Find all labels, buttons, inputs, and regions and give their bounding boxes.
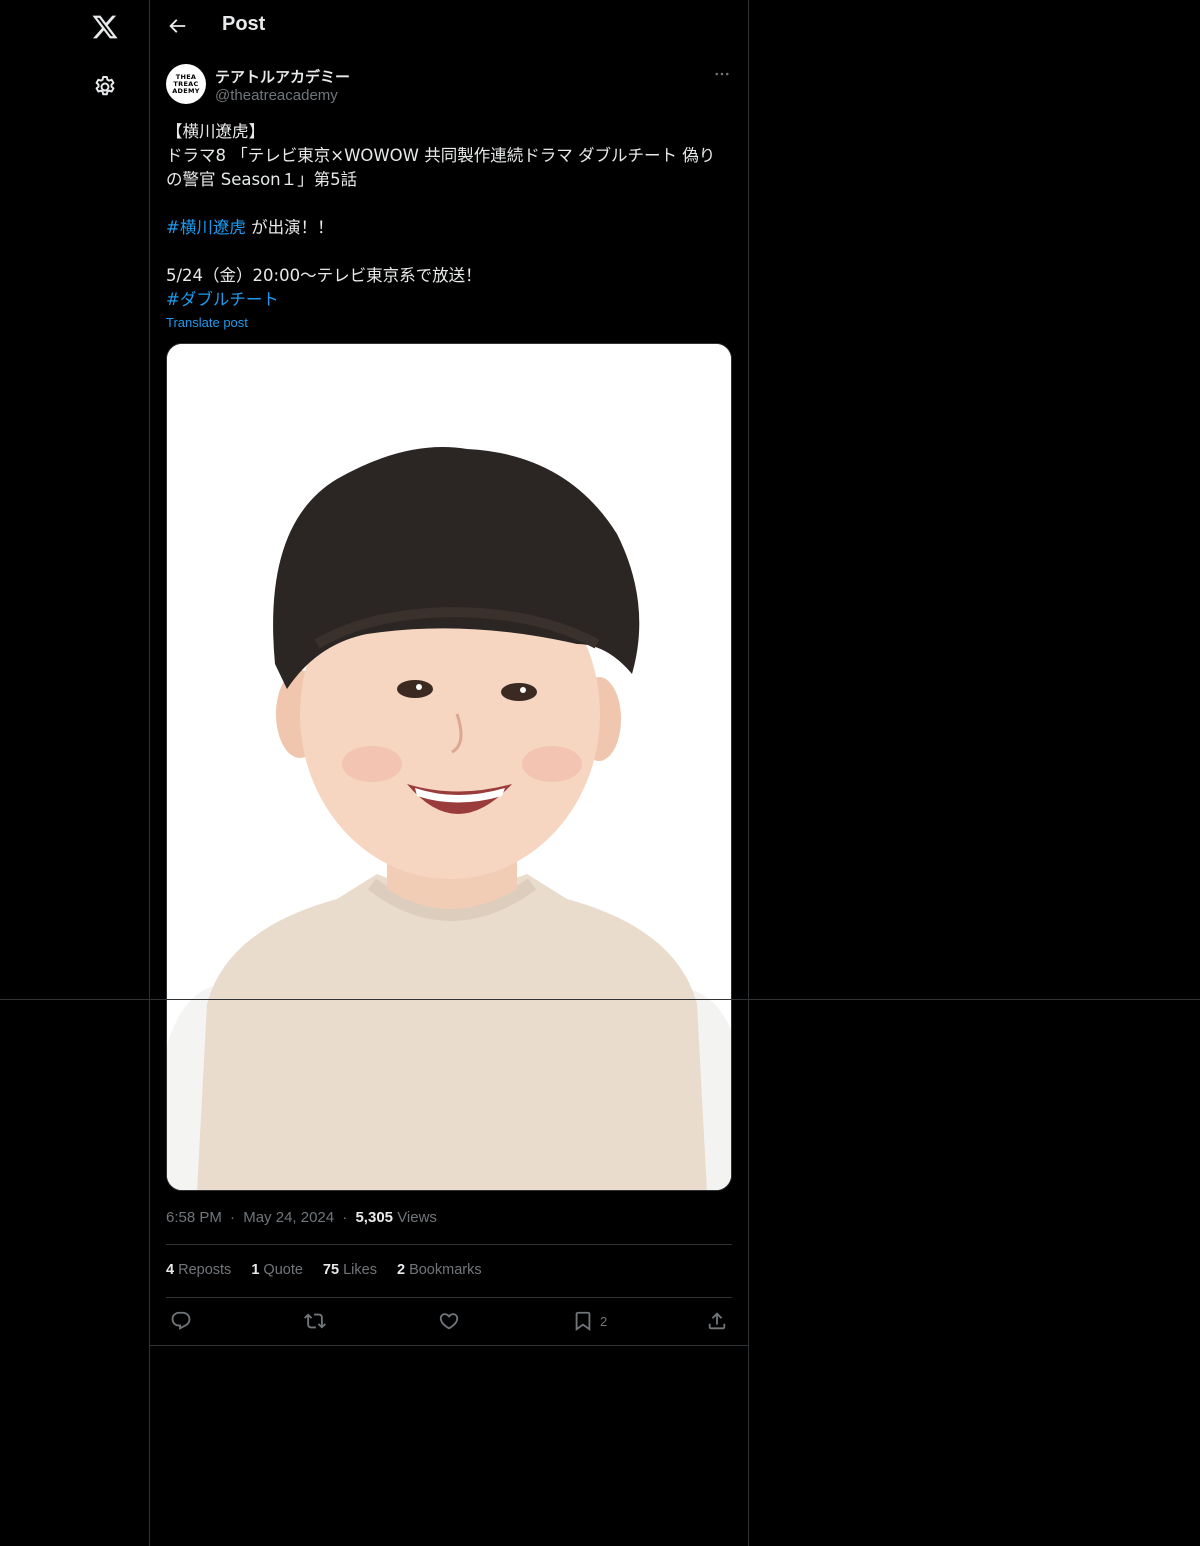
hashtag-link[interactable]: #横川遼虎	[166, 218, 246, 237]
photo-image	[167, 344, 731, 1190]
post-text-line: の警官 Season１」第5話	[166, 168, 732, 192]
reposts-stat[interactable]: 4 Reposts	[166, 1262, 231, 1278]
author-display-name[interactable]: テアトルアカデミー	[215, 66, 350, 87]
post-text: 【横川遼虎】ドラマ8 「テレビ東京×WOWOW 共同製作連続ドラマ ダブルチート…	[166, 120, 732, 312]
bookmarks-label: Bookmarks	[409, 1262, 482, 1278]
post-text-segment: 【横川遼虎】	[166, 122, 265, 141]
views-count: 5,305	[355, 1209, 394, 1226]
post-text-line: 【横川遼虎】	[166, 120, 732, 144]
post-text-line: #横川遼虎 が出演！！	[166, 216, 732, 240]
separator: ·	[342, 1209, 348, 1226]
reposts-label: Reposts	[178, 1262, 232, 1278]
left-rail	[0, 0, 150, 1546]
post-date[interactable]: May 24, 2024	[243, 1209, 334, 1226]
separator: ·	[230, 1209, 236, 1226]
avatar[interactable]: THEA TREAC ADEMY	[166, 64, 206, 104]
bookmarks-stat[interactable]: 2 Bookmarks	[397, 1262, 482, 1278]
gear-icon[interactable]	[92, 74, 118, 100]
post-text-segment: が出演！！	[245, 218, 334, 237]
author-handle[interactable]: @theatreacademy	[215, 87, 338, 104]
more-options-icon[interactable]	[712, 64, 732, 84]
post-column: Post THEA TREAC ADEMY テアトルアカデミー @theatre…	[149, 0, 749, 1546]
share-icon[interactable]	[706, 1310, 728, 1332]
post-stats: 4 Reposts 1 Quote 75 Likes 2 Bookmarks	[166, 1262, 482, 1278]
page-title: Post	[222, 13, 266, 35]
post-text-segment: の警官 Season１」第5話	[166, 170, 358, 189]
reply-icon[interactable]	[170, 1310, 192, 1332]
reposts-count: 4	[166, 1262, 175, 1278]
post-text-line	[166, 192, 732, 216]
bookmarks-count: 2	[396, 1262, 406, 1278]
divider	[166, 1244, 732, 1245]
translate-post-link[interactable]: Translate post	[166, 315, 248, 330]
post-time[interactable]: 6:58 PM	[166, 1209, 222, 1226]
bookmark-icon[interactable]: 2	[572, 1310, 607, 1332]
header: Post	[150, 0, 748, 54]
divider-line	[0, 999, 1200, 1000]
divider	[150, 1345, 748, 1346]
action-bar: 2	[166, 1298, 732, 1346]
post-photo[interactable]	[166, 343, 732, 1191]
likes-label: Likes	[343, 1262, 377, 1278]
repost-icon[interactable]	[304, 1310, 326, 1332]
arrow-left-icon[interactable]	[166, 15, 188, 37]
likes-count: 75	[322, 1262, 340, 1278]
hashtag-link[interactable]: #ダブルチート	[166, 290, 279, 309]
heart-icon[interactable]	[438, 1310, 460, 1332]
bookmark-count: 2	[600, 1313, 608, 1329]
quotes-stat[interactable]: 1 Quote	[251, 1262, 303, 1278]
post-meta: 6:58 PM · May 24, 2024 · 5,305 Views	[166, 1209, 437, 1226]
post-text-segment: ドラマ8 「テレビ東京×WOWOW 共同製作連続ドラマ ダブルチート 偽り	[166, 146, 716, 165]
quotes-count: 1	[251, 1262, 260, 1278]
post-text-segment: 5/24（金）20:00〜テレビ東京系で放送！	[166, 266, 482, 285]
post-text-line: 5/24（金）20:00〜テレビ東京系で放送！	[166, 264, 732, 288]
post-text-line: ドラマ8 「テレビ東京×WOWOW 共同製作連続ドラマ ダブルチート 偽り	[166, 144, 732, 168]
quotes-label: Quote	[263, 1262, 303, 1278]
views-label: Views	[397, 1209, 437, 1226]
post-text-line	[166, 240, 732, 264]
x-logo-icon[interactable]	[88, 10, 122, 44]
avatar-text-line: ADEMY	[172, 86, 200, 95]
likes-stat[interactable]: 75 Likes	[323, 1262, 377, 1278]
post-text-line: #ダブルチート	[166, 288, 732, 312]
